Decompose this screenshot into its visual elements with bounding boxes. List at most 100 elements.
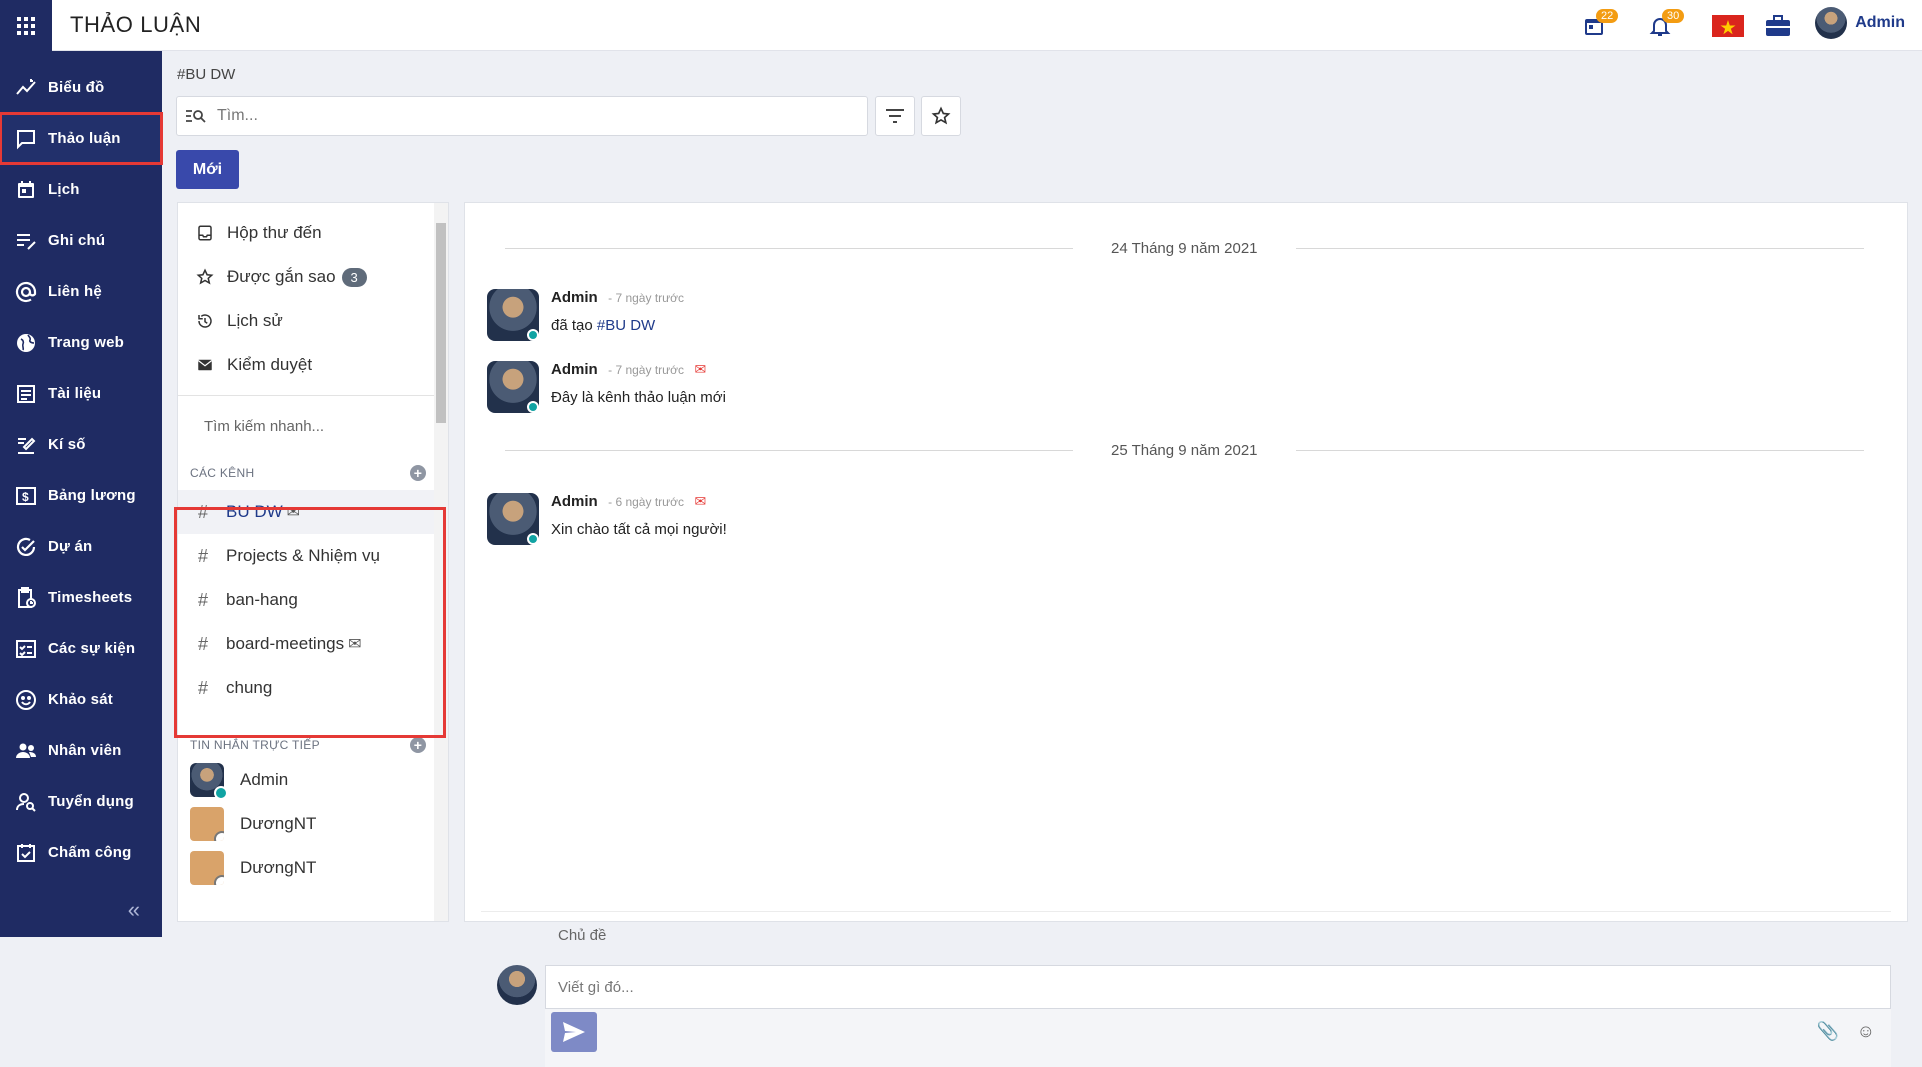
dm-name: Admin: [240, 770, 289, 789]
nav-cac-su-kien[interactable]: Các sự kiện: [0, 623, 162, 674]
nav-ghi-chu[interactable]: Ghi chú: [0, 215, 162, 266]
nav-tuyen-dung[interactable]: Tuyển dụng: [0, 776, 162, 827]
at-icon: [15, 281, 37, 302]
inbox-icon: [198, 225, 212, 241]
message-text: đã tạo #BU DW: [551, 317, 684, 334]
envelope-icon: ✉: [694, 493, 707, 509]
nav-tai-lieu[interactable]: Tài liệu: [0, 368, 162, 419]
nav-label: Bảng lương: [48, 487, 136, 504]
favorites-button[interactable]: [921, 96, 961, 136]
mailbox-history[interactable]: Lịch sử: [178, 299, 448, 343]
envelope-icon: [197, 359, 213, 371]
nav-khao-sat[interactable]: Khảo sát: [0, 674, 162, 725]
offline-status-icon: [214, 875, 224, 885]
quick-search-input[interactable]: Tìm kiếm nhanh...: [178, 396, 448, 458]
subject-input[interactable]: Chủ đề: [558, 927, 606, 944]
nav-label: Khảo sát: [48, 691, 113, 708]
nav-label: Biểu đồ: [48, 79, 105, 96]
briefcase-button[interactable]: [1764, 10, 1792, 42]
offline-status-icon: [214, 831, 224, 841]
add-channel-icon[interactable]: +: [410, 465, 426, 481]
nav-bieu-do[interactable]: Biểu đồ: [0, 62, 162, 113]
calendar-button[interactable]: 22: [1582, 9, 1619, 42]
user-menu[interactable]: Admin: [1815, 7, 1905, 39]
nav-timesheets[interactable]: Timesheets: [0, 572, 162, 623]
date-label: 25 Tháng 9 năm 2021: [1111, 441, 1258, 459]
send-button[interactable]: [551, 1012, 597, 1052]
top-bar: THẢO LUẬN 22 30 Admin: [52, 0, 1922, 51]
nav-trang-web[interactable]: Trang web: [0, 317, 162, 368]
nav-label: Trang web: [48, 334, 124, 351]
search-input[interactable]: Tìm...: [176, 96, 868, 136]
mailbox-moderation[interactable]: Kiểm duyệt: [178, 343, 448, 387]
collapse-sidebar-icon[interactable]: «: [128, 897, 140, 923]
add-direct-message-icon[interactable]: +: [410, 737, 426, 753]
author-avatar: [487, 289, 539, 341]
nav-cham-cong[interactable]: Chấm công: [0, 827, 162, 878]
nav-label: Chấm công: [48, 844, 132, 861]
author-avatar: [487, 361, 539, 413]
avatar-placeholder: [190, 851, 224, 885]
message-text-body: đã tạo: [551, 317, 597, 334]
language-flag[interactable]: [1712, 10, 1744, 42]
direct-messages-title: TIN NHẮN TRỰC TIẾP: [190, 738, 320, 752]
dm-name: DươngNT: [240, 858, 317, 877]
notifications-button[interactable]: 30: [1648, 9, 1685, 42]
nav-label: Các sự kiện: [48, 640, 136, 657]
nav-label: Liên hệ: [48, 283, 102, 300]
date-label: 24 Tháng 9 năm 2021: [1111, 239, 1258, 257]
dm-item[interactable]: Admin: [178, 758, 448, 802]
nav-label: Dự án: [48, 538, 93, 555]
nav-label: Nhân viên: [48, 742, 122, 759]
composer-avatar: [497, 965, 537, 1005]
event-icon: [16, 639, 36, 658]
attachment-icon[interactable]: 📎: [1817, 1021, 1839, 1042]
dm-name: DươngNT: [240, 814, 317, 833]
note-icon: [17, 233, 36, 250]
checkbox-calendar-icon: [17, 843, 35, 862]
nav-lich[interactable]: Lịch: [0, 164, 162, 215]
message-thread: 24 Tháng 9 năm 2021 Admin - 7 ngày trước…: [464, 202, 1908, 1067]
filter-button[interactable]: [875, 96, 915, 136]
user-name: Admin: [1855, 14, 1905, 31]
dm-item[interactable]: DươngNT: [178, 802, 448, 846]
notifications-badge: 30: [1662, 9, 1685, 23]
dm-item[interactable]: DươngNT: [178, 846, 448, 890]
nav-lien-he[interactable]: Liên hệ: [0, 266, 162, 317]
mailbox-inbox[interactable]: Hộp thư đến: [178, 211, 448, 255]
channel-link[interactable]: #BU DW: [597, 317, 655, 334]
mailbox-label: Kiểm duyệt: [227, 355, 313, 374]
message-author[interactable]: Admin: [551, 493, 598, 510]
avatar-placeholder: [190, 807, 224, 841]
nav-nhan-vien[interactable]: Nhân viên: [0, 725, 162, 776]
mailbox-label: Lịch sử: [227, 311, 283, 330]
app-title: THẢO LUẬN: [70, 12, 202, 37]
message-text: Đây là kênh thảo luận mới: [551, 389, 726, 406]
message-author[interactable]: Admin: [551, 289, 598, 306]
message-author[interactable]: Admin: [551, 361, 598, 378]
payroll-icon: $: [16, 486, 36, 505]
send-icon: [563, 1022, 585, 1042]
nav-du-an[interactable]: Dự án: [0, 521, 162, 572]
composer-toolbar: 📎 ☺: [545, 1009, 1891, 1067]
nav-label: Timesheets: [48, 589, 133, 606]
emoji-icon[interactable]: ☺: [1857, 1021, 1875, 1042]
apps-grid-icon[interactable]: [0, 0, 52, 51]
composer-input[interactable]: Viết gì đó...: [545, 965, 1891, 1009]
chart-icon: [16, 78, 36, 95]
clipboard-clock-icon: [18, 586, 36, 608]
message: Admin - 7 ngày trước đã tạo #BU DW: [487, 289, 684, 341]
calendar-icon: [18, 180, 34, 198]
calendar-badge: 22: [1596, 9, 1619, 23]
nav-ki-so[interactable]: Kí số: [0, 419, 162, 470]
avatar: [190, 763, 228, 800]
nav-thao-luan[interactable]: Thảo luận: [0, 112, 163, 165]
smile-icon: [16, 689, 36, 710]
message-time: - 6 ngày trước: [608, 495, 685, 509]
divider: [481, 911, 1891, 912]
mailbox-starred[interactable]: Được gắn sao 3: [178, 255, 448, 299]
nav-bang-luong[interactable]: $ Bảng lương: [0, 470, 162, 521]
person-search-icon: [16, 792, 36, 812]
document-icon: [17, 384, 35, 403]
new-button[interactable]: Mới: [176, 150, 239, 189]
